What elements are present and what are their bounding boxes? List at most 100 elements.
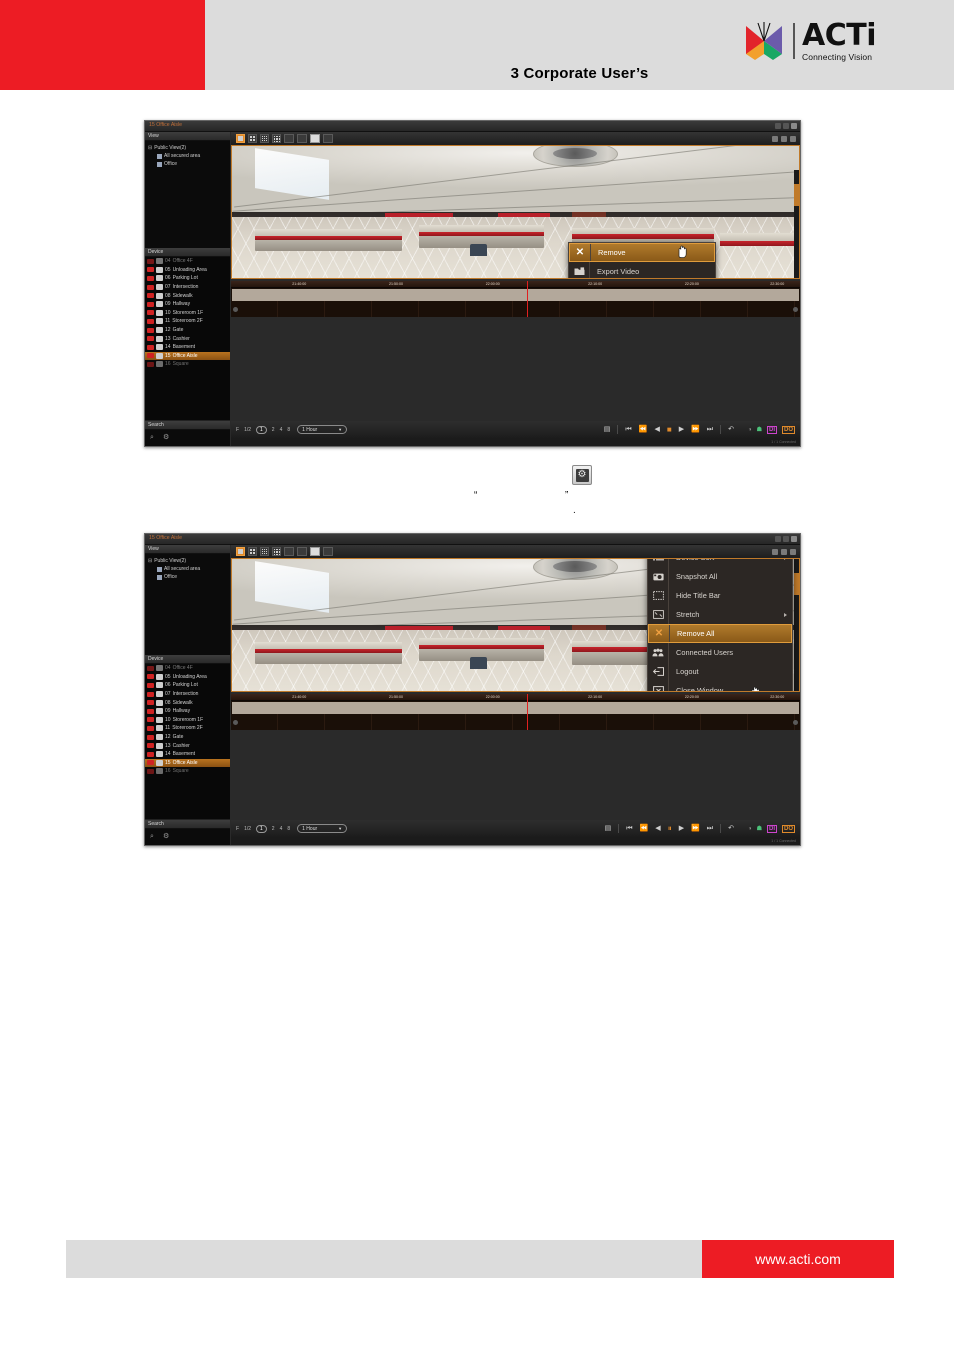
device-row[interactable]: 04 Office 4F [145, 257, 230, 266]
device-row[interactable]: 13 Cashier [145, 741, 230, 750]
info-icon[interactable] [781, 548, 787, 555]
device-row[interactable]: 09 Hallway [145, 300, 230, 309]
device-row[interactable]: 12 Gate [145, 326, 230, 335]
minimize-button-2[interactable] [775, 536, 781, 542]
last-frame-button[interactable]: ⏭ [707, 426, 713, 433]
footer-website-url[interactable]: www.acti.com [702, 1240, 894, 1278]
timeline-handle-left-2[interactable] [233, 720, 238, 725]
loop-button[interactable]: ↶ [728, 825, 734, 832]
last-frame-button[interactable]: ⏭ [707, 825, 713, 832]
device-row-selected[interactable]: 15 Office Aisle [145, 758, 230, 768]
do-button[interactable]: DO [782, 425, 795, 434]
view-tree-item[interactable]: ⊟ Public View(2) [148, 557, 228, 565]
context-menu-item-close-window[interactable]: Close Window [648, 681, 792, 691]
first-frame-button[interactable]: ⏮ [626, 825, 632, 832]
context-menu-item-logout[interactable]: Logout [648, 662, 792, 681]
speed-f-button[interactable]: F [236, 826, 239, 832]
forward-button[interactable]: ⏩ [691, 825, 700, 832]
do-button[interactable]: DO [782, 824, 795, 833]
new-window-icon[interactable] [297, 134, 307, 143]
timeline-playhead-2[interactable] [526, 694, 528, 730]
new-window-icon[interactable] [297, 547, 307, 556]
gear-icon[interactable]: ⚙ [163, 434, 170, 441]
speed-4x-button[interactable]: 4 [280, 427, 283, 433]
device-row[interactable]: 10 Storeroom 1F [145, 716, 230, 725]
device-row[interactable]: 07 Intersection [145, 283, 230, 292]
context-menu-1[interactable]: ✕ Remove Export Video Snapshot [568, 242, 716, 278]
device-list-2[interactable]: 04 Office 4F 05 Unloading Area 06 Parkin… [145, 664, 230, 819]
context-menu-item-remove-all[interactable]: ✕ Remove All [648, 624, 792, 643]
audio-icon[interactable]: ◑ [748, 826, 752, 832]
nvr-video-pane-2[interactable]: Device Sort Snapshot All Hide Title Bar [231, 558, 800, 692]
people-icon[interactable]: ☗ [757, 427, 762, 433]
expand-icon[interactable]: ⊟ [148, 557, 152, 565]
info-icon[interactable] [781, 135, 787, 142]
close-button-1[interactable] [791, 123, 797, 129]
device-row[interactable]: 10 Storeroom 1F [145, 309, 230, 318]
device-row[interactable]: 08 Sidewalk [145, 698, 230, 707]
speed-8x-button[interactable]: 8 [287, 826, 290, 832]
stop-button[interactable]: ■ [667, 425, 672, 434]
speed-1x-button[interactable]: 1 [256, 425, 267, 434]
time-range-dropdown-2[interactable]: 1 Hour ▼ [297, 824, 348, 833]
context-menu-item-stretch[interactable]: Stretch [648, 605, 792, 624]
rewind-button[interactable]: ⏪ [639, 426, 648, 433]
context-menu-item-device-sort[interactable]: Device Sort [648, 559, 792, 567]
device-row[interactable]: 08 Sidewalk [145, 291, 230, 300]
timeline-recording-band-2[interactable] [232, 702, 799, 714]
expand-icon[interactable]: ⊟ [148, 144, 152, 152]
view-tree-item[interactable]: All secured area [148, 152, 228, 160]
layout-single-button[interactable] [236, 547, 245, 556]
context-menu-item-remove[interactable]: ✕ Remove [569, 243, 715, 262]
speed-2x-button[interactable]: 2 [272, 427, 275, 433]
calendar-icon[interactable]: ▤ [604, 426, 611, 433]
context-menu-item-snapshot-all[interactable]: Snapshot All [648, 567, 792, 586]
time-range-dropdown-1[interactable]: 1 Hour ▼ [297, 425, 348, 434]
device-row-selected[interactable]: 15 Office Aisle [145, 351, 230, 361]
view-tree-item[interactable]: Office [148, 160, 228, 168]
context-menu-2[interactable]: Device Sort Snapshot All Hide Title Bar [647, 559, 793, 691]
device-row[interactable]: 07 Intersection [145, 690, 230, 699]
device-row[interactable]: 16 Square [145, 767, 230, 776]
fullscreen-icon[interactable] [284, 547, 294, 556]
view-tree-item[interactable]: Office [148, 573, 228, 581]
settings-icon[interactable] [772, 135, 778, 142]
device-row[interactable]: 16 Square [145, 360, 230, 369]
device-list-1[interactable]: 04 Office 4F 05 Unloading Area 06 Parkin… [145, 257, 230, 420]
timeline-handle-right-2[interactable] [793, 720, 798, 725]
save-layout-icon[interactable] [310, 547, 320, 556]
people-icon[interactable]: ☗ [757, 826, 762, 832]
timeline-handle-right-1[interactable] [793, 307, 798, 312]
play-button[interactable]: ▶ [679, 825, 684, 832]
layout-sixteen-button[interactable] [272, 134, 281, 143]
view-tree-item[interactable]: ⊟ Public View(2) [148, 144, 228, 152]
video-scroll-thumb-1[interactable] [794, 184, 799, 206]
device-row[interactable]: 11 Storeroom 2F [145, 317, 230, 326]
fullscreen-icon[interactable] [284, 134, 294, 143]
help-icon[interactable] [790, 548, 796, 555]
device-row[interactable]: 14 Basement [145, 343, 230, 352]
layout-single-button[interactable] [236, 134, 245, 143]
layout-sixteen-button[interactable] [272, 547, 281, 556]
search-icon[interactable]: ⌕ [150, 833, 157, 840]
device-row[interactable]: 04 Office 4F [145, 664, 230, 673]
step-back-button[interactable]: ◀ [654, 426, 659, 433]
close-button-2[interactable] [791, 536, 797, 542]
nvr-video-pane-1[interactable]: ✕ Remove Export Video Snapshot [231, 145, 800, 279]
screenshot-icon[interactable] [323, 134, 333, 143]
video-scroll-thumb-2[interactable] [794, 573, 799, 595]
save-layout-icon[interactable] [310, 134, 320, 143]
context-menu-item-hide-title-bar[interactable]: Hide Title Bar [648, 586, 792, 605]
speed-2x-button[interactable]: 2 [272, 826, 275, 832]
device-row[interactable]: 11 Storeroom 2F [145, 724, 230, 733]
timeline-handle-left-1[interactable] [233, 307, 238, 312]
minimize-button-1[interactable] [775, 123, 781, 129]
speed-half-button[interactable]: 1/2 [244, 826, 251, 832]
pause-button[interactable]: ⏸ [668, 824, 672, 833]
nvr-timeline-2[interactable]: 21:40:00 21:50:00 22:00:00 22:10:00 22:2… [231, 694, 800, 730]
layout-nine-button[interactable] [260, 547, 269, 556]
gear-icon[interactable]: ⚙ [163, 833, 170, 840]
settings-gear-button-inline[interactable]: ⚙ [572, 465, 592, 485]
view-tree-item[interactable]: All secured area [148, 565, 228, 573]
forward-button[interactable]: ⏩ [691, 426, 700, 433]
